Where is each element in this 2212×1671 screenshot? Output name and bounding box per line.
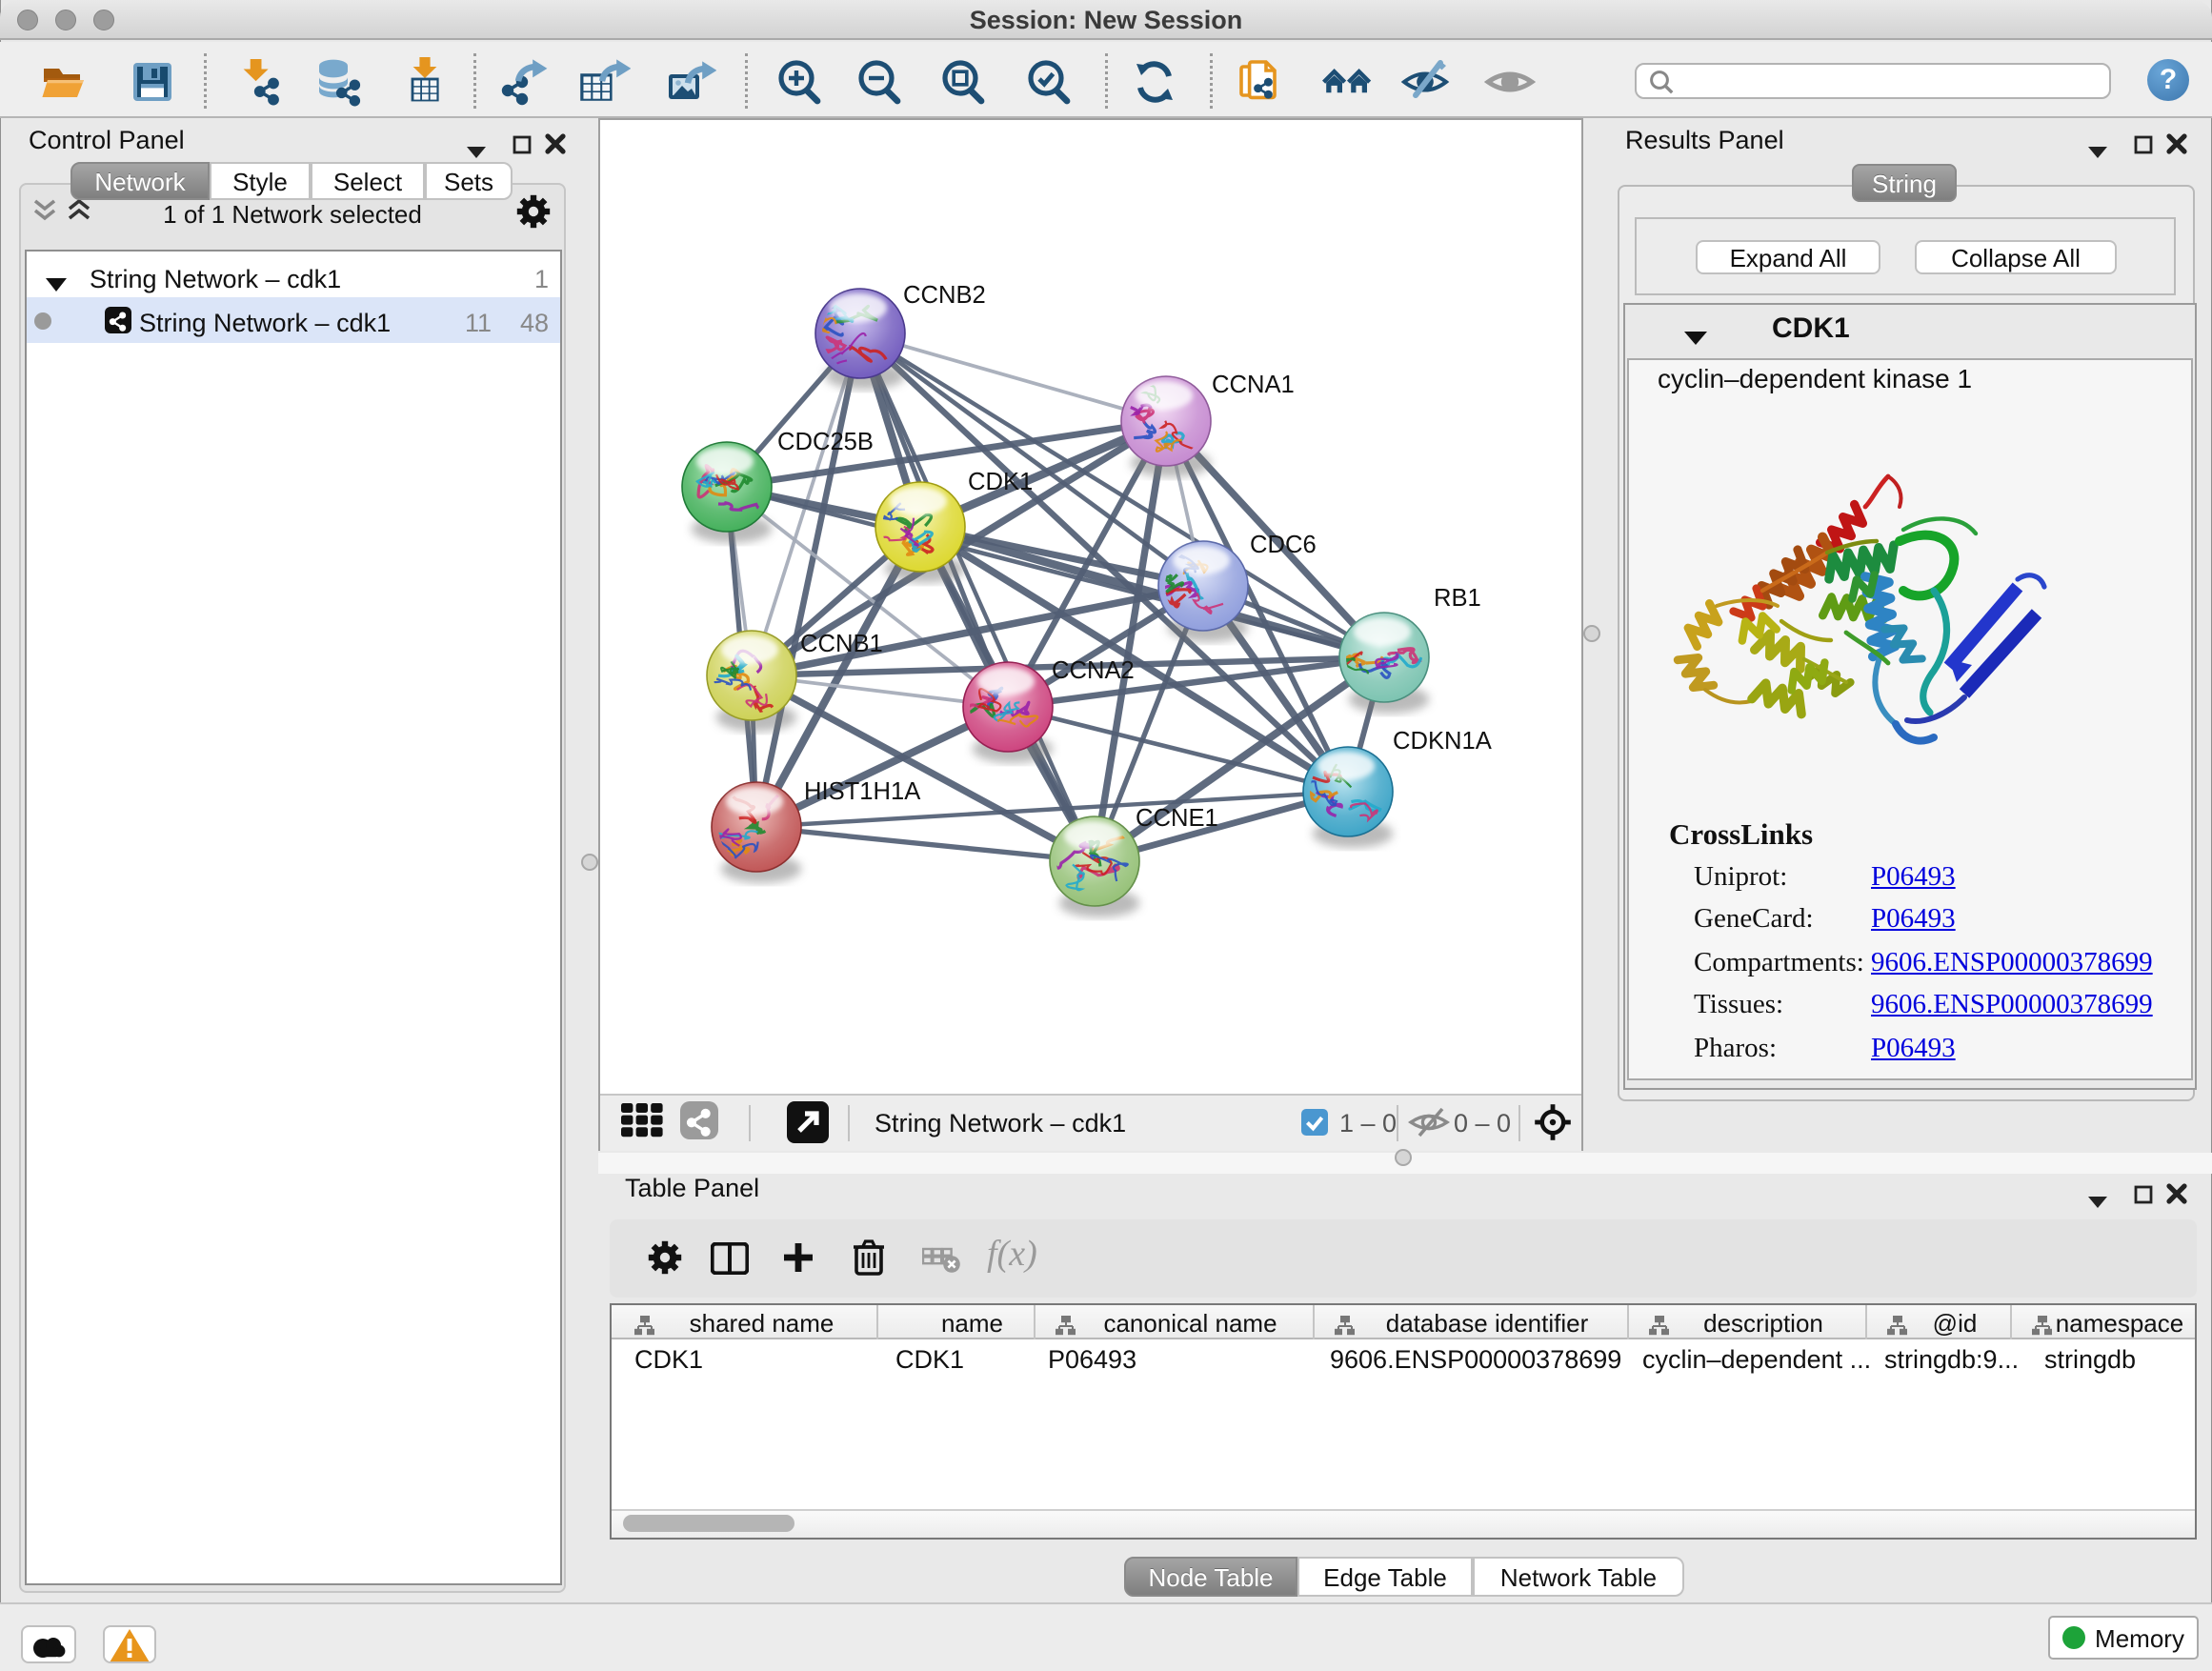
svg-text:CCNA1: CCNA1 xyxy=(1212,372,1295,398)
svg-text:CCNB1: CCNB1 xyxy=(800,631,883,657)
svg-text:HIST1H1A: HIST1H1A xyxy=(804,778,921,805)
svg-text:CDK1: CDK1 xyxy=(968,469,1033,495)
svg-text:RB1: RB1 xyxy=(1434,585,1481,612)
svg-text:CDC25B: CDC25B xyxy=(777,429,874,455)
svg-text:CDC6: CDC6 xyxy=(1250,532,1317,558)
svg-text:CCNB2: CCNB2 xyxy=(903,282,986,309)
svg-text:CCNE1: CCNE1 xyxy=(1136,805,1218,832)
svg-text:CDKN1A: CDKN1A xyxy=(1393,728,1493,755)
svg-text:CCNA2: CCNA2 xyxy=(1052,657,1135,684)
